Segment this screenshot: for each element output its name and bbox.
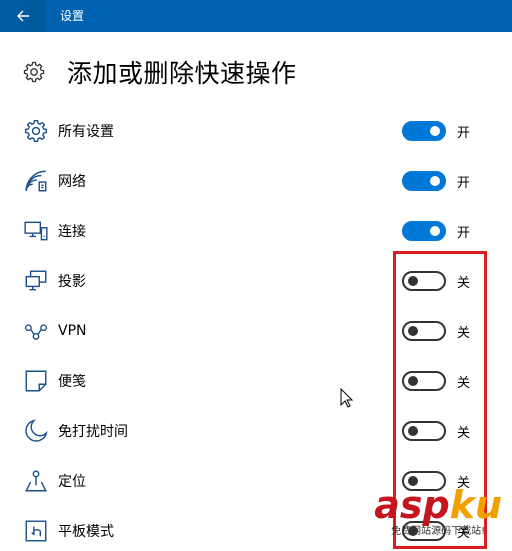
arrow-left-icon (16, 10, 29, 22)
toggle-knob (408, 426, 418, 436)
location-icon (22, 467, 50, 495)
toggle-knob (408, 476, 418, 486)
toggle-state-label: 开 (457, 226, 471, 241)
toggle-knob (408, 376, 418, 386)
connect-icon (22, 217, 50, 245)
quick-action-row-connect: 连接 开 (22, 216, 492, 246)
row-label: 所有设置 (58, 124, 114, 140)
quick-action-row-all-settings: 所有设置 开 (22, 116, 492, 146)
toggle-state-label: 关 (457, 376, 471, 391)
mouse-cursor-icon (340, 388, 354, 408)
project-icon (22, 267, 50, 295)
toggle-state-label: 关 (457, 326, 471, 341)
quick-action-row-project: 投影 关 (22, 266, 492, 296)
toggle-project[interactable] (402, 271, 446, 291)
toggle-knob (430, 226, 440, 236)
toggle-note[interactable] (402, 371, 446, 391)
moon-icon (22, 417, 50, 445)
toggle-state-label: 关 (457, 526, 471, 541)
toggle-knob (430, 176, 440, 186)
quick-action-row-tablet-mode: 平板模式 关 (22, 516, 492, 546)
row-label: 平板模式 (58, 524, 114, 540)
network-icon (22, 167, 50, 195)
toggle-location[interactable] (402, 471, 446, 491)
note-icon (22, 367, 50, 395)
back-button[interactable] (0, 0, 45, 32)
toggle-state-label: 开 (457, 176, 471, 191)
quick-action-row-network: 网络 开 (22, 166, 492, 196)
row-label: 定位 (58, 474, 86, 490)
toggle-state-label: 关 (457, 426, 471, 441)
quick-action-row-note: 便笺 关 (22, 366, 492, 396)
app-title: 设置 (60, 9, 85, 23)
page-title: 添加或删除快速操作 (67, 59, 297, 88)
toggle-connect[interactable] (402, 221, 446, 241)
toggle-all-settings[interactable] (402, 121, 446, 141)
toggle-network[interactable] (402, 171, 446, 191)
toggle-tablet-mode[interactable] (402, 521, 446, 541)
row-label: 便笺 (58, 374, 86, 390)
toggle-knob (408, 526, 418, 536)
row-label: 投影 (58, 274, 86, 290)
toggle-state-label: 关 (457, 476, 471, 491)
toggle-state-label: 关 (457, 276, 471, 291)
row-label: 网络 (58, 174, 86, 190)
row-label: 免打扰时间 (58, 424, 128, 440)
row-label: VPN (58, 323, 87, 339)
page-header: 添加或删除快速操作 (22, 52, 297, 92)
toggle-vpn[interactable] (402, 321, 446, 341)
toggle-knob (408, 326, 418, 336)
quick-action-row-vpn: VPN 关 (22, 316, 492, 346)
toggle-knob (408, 276, 418, 286)
gear-icon (22, 60, 46, 84)
quick-action-row-location: 定位 关 (22, 466, 492, 496)
gear-icon (22, 117, 50, 145)
row-label: 连接 (58, 224, 86, 240)
toggle-quiet-hours[interactable] (402, 421, 446, 441)
vpn-icon (22, 317, 50, 345)
toggle-knob (430, 126, 440, 136)
title-bar: 设置 (0, 0, 512, 32)
tablet-icon (22, 517, 50, 545)
quick-action-row-quiet-hours: 免打扰时间 关 (22, 416, 492, 446)
toggle-state-label: 开 (457, 126, 471, 141)
